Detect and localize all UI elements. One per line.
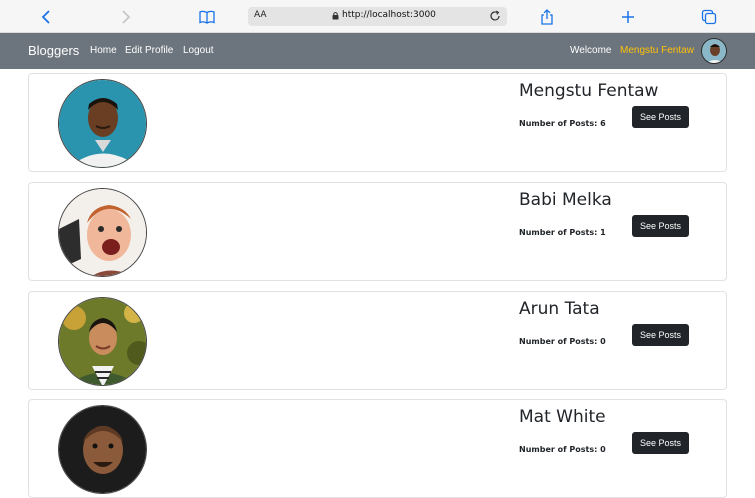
see-posts-button[interactable]: See Posts xyxy=(632,106,689,128)
blogger-name: Arun Tata xyxy=(519,299,600,319)
nav-link-logout[interactable]: Logout xyxy=(183,45,214,56)
share-icon[interactable] xyxy=(538,8,556,26)
blogger-name: Babi Melka xyxy=(519,190,612,210)
see-posts-button[interactable]: See Posts xyxy=(632,324,689,346)
blogger-card: Mengstu Fentaw Number of Posts: 6 See Po… xyxy=(28,73,727,172)
blogger-card: Mat White Number of Posts: 0 See Posts xyxy=(28,399,727,498)
forward-icon[interactable] xyxy=(117,8,135,26)
reader-aa-icon[interactable]: AA xyxy=(254,10,267,20)
browser-toolbar: AA http://localhost:3000 xyxy=(0,0,755,33)
blogger-card: Arun Tata Number of Posts: 0 See Posts xyxy=(28,291,727,390)
current-user-name[interactable]: Mengstu Fentaw xyxy=(620,45,694,56)
blogger-avatar xyxy=(58,188,147,277)
welcome-text: Welcome xyxy=(570,45,612,56)
blogger-avatar xyxy=(58,405,147,494)
blogger-name: Mat White xyxy=(519,407,606,427)
posts-count: Number of Posts: 1 xyxy=(519,228,606,237)
nav-link-edit-profile[interactable]: Edit Profile xyxy=(125,45,173,56)
back-icon[interactable] xyxy=(37,8,55,26)
posts-count: Number of Posts: 0 xyxy=(519,445,606,454)
bookmarks-icon[interactable] xyxy=(198,8,216,26)
nav-link-home[interactable]: Home xyxy=(90,45,117,56)
posts-count: Number of Posts: 0 xyxy=(519,337,606,346)
posts-count: Number of Posts: 6 xyxy=(519,119,606,128)
new-tab-icon[interactable] xyxy=(619,8,637,26)
site-navbar: Bloggers Home Edit Profile Logout Welcom… xyxy=(0,33,755,69)
tabs-overview-icon[interactable] xyxy=(700,8,718,26)
see-posts-button[interactable]: See Posts xyxy=(632,215,689,237)
blogger-avatar xyxy=(58,297,147,386)
blogger-card: Babi Melka Number of Posts: 1 See Posts xyxy=(28,182,727,281)
blogger-avatar xyxy=(58,79,147,168)
brand-link[interactable]: Bloggers xyxy=(28,43,79,58)
address-bar[interactable]: AA http://localhost:3000 xyxy=(248,7,507,26)
see-posts-button[interactable]: See Posts xyxy=(632,432,689,454)
current-user-avatar[interactable] xyxy=(701,38,727,64)
lock-icon xyxy=(332,11,339,20)
reload-icon[interactable] xyxy=(489,10,501,22)
blogger-name: Mengstu Fentaw xyxy=(519,81,659,101)
url-text: http://localhost:3000 xyxy=(342,10,436,20)
